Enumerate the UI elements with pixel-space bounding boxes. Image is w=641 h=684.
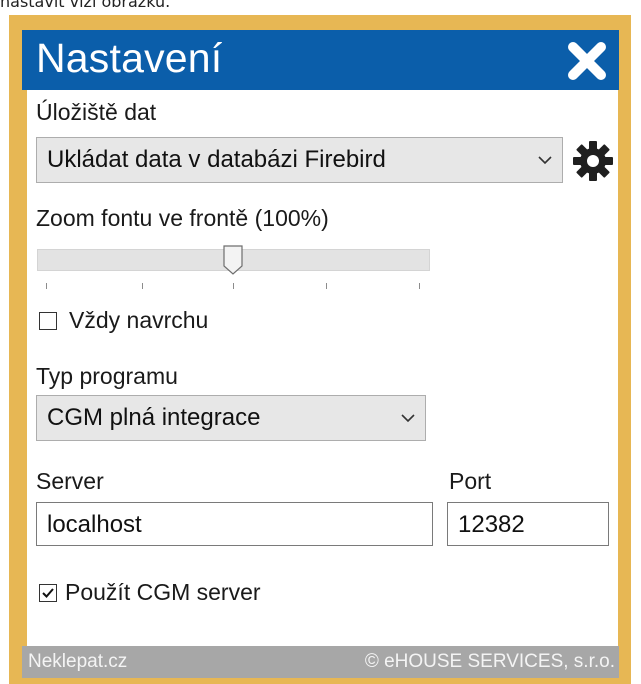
close-button[interactable]	[565, 39, 609, 83]
slider-tick	[326, 283, 327, 289]
gear-icon[interactable]	[572, 140, 614, 182]
port-input-value: 12382	[458, 511, 525, 538]
storage-select-value: Ukládat data v databázi Firebird	[47, 146, 386, 173]
window-title: Nastavení	[36, 35, 223, 81]
use-cgm-server-checkbox[interactable]	[39, 584, 57, 602]
footer-copyright: © eHOUSE SERVICES, s.r.o.	[364, 651, 615, 672]
chevron-down-icon	[538, 156, 552, 165]
slider-tick	[46, 283, 47, 289]
checkmark-icon	[42, 588, 54, 598]
always-on-top-label: Vždy navrchu	[69, 307, 209, 333]
program-type-label: Typ programu	[36, 363, 178, 389]
font-zoom-slider-thumb[interactable]	[223, 245, 243, 275]
program-type-select[interactable]: CGM plná integrace	[36, 395, 426, 441]
server-input-value: localhost	[47, 511, 142, 538]
port-input[interactable]: 12382	[447, 502, 609, 546]
port-label: Port	[449, 468, 492, 494]
chevron-down-icon	[401, 414, 415, 423]
program-type-select-value: CGM plná integrace	[47, 404, 261, 431]
storage-label: Úložiště dat	[36, 99, 157, 125]
settings-panel: Úložiště dat Ukládat data v databázi Fir…	[27, 90, 618, 646]
footer-bar: Neklepat.cz © eHOUSE SERVICES, s.r.o.	[22, 646, 619, 678]
slider-tick	[419, 283, 420, 289]
use-cgm-server-label: Použít CGM server	[65, 579, 261, 605]
server-label: Server	[36, 468, 104, 494]
close-x-icon	[568, 42, 606, 80]
always-on-top-checkbox[interactable]	[39, 312, 57, 330]
top-caption: nastavit vizi obrázku.	[0, 0, 171, 11]
storage-select[interactable]: Ukládat data v databázi Firebird	[36, 137, 563, 183]
title-bar: Nastavení	[22, 30, 619, 90]
slider-tick	[142, 283, 143, 289]
font-zoom-label: Zoom fontu ve frontě (100%)	[36, 205, 329, 231]
footer-brand: Neklepat.cz	[28, 651, 128, 672]
slider-tick	[233, 283, 234, 289]
server-input[interactable]: localhost	[36, 502, 433, 546]
